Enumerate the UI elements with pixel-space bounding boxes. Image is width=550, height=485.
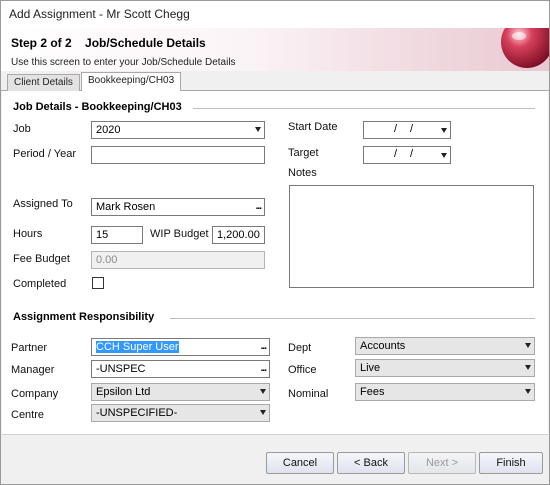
back-button[interactable]: < Back	[337, 452, 405, 474]
date-separator: /	[394, 123, 398, 135]
completed-checkbox[interactable]	[92, 277, 104, 289]
office-combo[interactable]: Live	[355, 359, 535, 377]
assigned-to-input[interactable]: Mark Rosen ...	[91, 198, 265, 216]
step-subtitle: Use this screen to enter your Job/Schedu…	[11, 57, 236, 68]
tab-client-details[interactable]: Client Details	[7, 74, 80, 91]
add-assignment-window: Add Assignment - Mr Scott Chegg Step 2 o…	[0, 0, 550, 485]
date-separator: /	[410, 148, 414, 160]
centre-label: Centre	[11, 409, 45, 421]
cancel-button[interactable]: Cancel	[266, 452, 334, 474]
company-value: Epsilon Ltd	[96, 386, 151, 398]
chevron-down-icon	[525, 343, 531, 348]
company-combo[interactable]: Epsilon Ltd	[91, 383, 270, 401]
chevron-down-icon[interactable]	[441, 153, 447, 158]
dept-label: Dept	[288, 342, 312, 354]
partner-input[interactable]: CCH Super User ...	[91, 338, 270, 356]
nominal-value: Fees	[360, 386, 385, 398]
browse-button[interactable]: ...	[261, 340, 267, 354]
date-separator: /	[410, 123, 414, 135]
centre-value: -UNSPECIFIED-	[96, 407, 178, 419]
chevron-down-icon[interactable]	[441, 128, 447, 133]
header-orb-graphic	[497, 28, 549, 71]
office-label: Office	[288, 364, 317, 376]
wip-budget-input[interactable]: 1,200.00	[212, 226, 265, 244]
next-button: Next >	[408, 452, 476, 474]
dept-value: Accounts	[360, 340, 406, 352]
completed-label: Completed	[13, 278, 67, 290]
job-details-title: Job Details - Bookkeeping/CH03	[13, 101, 182, 113]
section-divider	[193, 108, 535, 109]
job-value: 2020	[96, 124, 121, 136]
dept-combo[interactable]: Accounts	[355, 337, 535, 355]
manager-label: Manager	[11, 364, 55, 376]
window-title: Add Assignment - Mr Scott Chegg	[9, 7, 190, 21]
partner-value: CCH Super User	[96, 341, 179, 353]
nominal-label: Nominal	[288, 388, 329, 400]
target-label: Target	[288, 147, 319, 159]
period-year-input[interactable]	[91, 146, 265, 164]
tab-panel: Job Details - Bookkeeping/CH03 Job 2020 …	[2, 91, 548, 435]
assigned-to-label: Assigned To	[13, 198, 73, 210]
wip-budget-label: WIP Budget	[150, 228, 209, 240]
fee-budget-label: Fee Budget	[13, 253, 70, 265]
browse-button[interactable]: ...	[261, 362, 267, 376]
chevron-down-icon	[260, 410, 266, 415]
title-bar: Add Assignment - Mr Scott Chegg	[1, 1, 549, 28]
fee-budget-input: 0.00	[91, 251, 265, 269]
job-label: Job	[13, 123, 31, 135]
company-label: Company	[11, 388, 59, 400]
start-date-label: Start Date	[288, 121, 338, 133]
chevron-down-icon	[525, 365, 531, 370]
assigned-to-value: Mark Rosen	[96, 201, 156, 213]
section-divider	[170, 318, 535, 319]
manager-input[interactable]: -UNSPEC ...	[91, 360, 270, 378]
notes-textarea[interactable]	[289, 185, 534, 288]
period-label: Period / Year	[13, 148, 76, 160]
manager-value: -UNSPEC	[96, 363, 146, 375]
date-separator: /	[394, 148, 398, 160]
centre-combo[interactable]: -UNSPECIFIED-	[91, 404, 270, 422]
nominal-combo[interactable]: Fees	[355, 383, 535, 401]
responsibility-title: Assignment Responsibility	[13, 311, 155, 323]
tab-bookkeeping[interactable]: Bookkeeping/CH03	[81, 72, 182, 92]
start-date-picker[interactable]: / /	[363, 121, 451, 139]
chevron-down-icon	[525, 389, 531, 394]
partner-label: Partner	[11, 342, 48, 354]
chevron-down-icon	[260, 389, 266, 394]
browse-button[interactable]: ...	[256, 200, 262, 214]
hours-label: Hours	[13, 228, 43, 240]
target-date-picker[interactable]: / /	[363, 146, 451, 164]
job-combo[interactable]: 2020	[91, 121, 265, 139]
step-title: Step 2 of 2 Job/Schedule Details	[11, 36, 206, 50]
finish-button[interactable]: Finish	[479, 452, 543, 474]
office-value: Live	[360, 362, 381, 374]
hours-input[interactable]: 15	[91, 226, 143, 244]
notes-label: Notes	[288, 167, 317, 179]
chevron-down-icon	[255, 127, 261, 132]
tab-strip: Client Details Bookkeeping/CH03	[1, 71, 549, 92]
wizard-header: Step 2 of 2 Job/Schedule Details Use thi…	[1, 28, 549, 71]
